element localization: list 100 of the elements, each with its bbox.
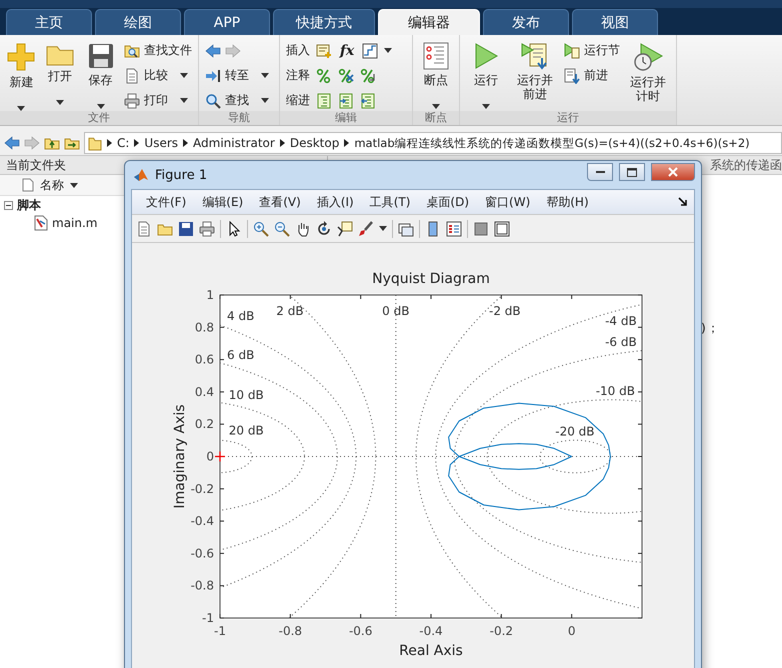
plus-icon <box>6 42 36 72</box>
column-header[interactable]: 名称 <box>40 176 64 194</box>
chart-title: Nyquist Diagram <box>372 271 490 287</box>
ribbon-button[interactable]: 比较 <box>124 66 192 85</box>
y-tick-label: 1 <box>206 288 214 302</box>
db-contour-label: -20 dB <box>555 424 595 438</box>
path-segment[interactable]: Users <box>144 136 178 150</box>
y-axis-label: Imaginary Axis <box>172 404 188 509</box>
menu-item[interactable]: 插入(I) <box>308 194 362 210</box>
script-file-icon <box>34 215 48 231</box>
db-contour-label: 6 dB <box>227 348 254 362</box>
zoom-in-icon <box>253 220 269 236</box>
search-icon <box>205 92 221 108</box>
ribbon-button[interactable]: 查找文件 <box>124 41 192 60</box>
forward-arrow-icon <box>225 42 241 58</box>
y-tick-label: 0.4 <box>194 384 214 399</box>
ribbon-tab[interactable]: APP <box>184 9 270 35</box>
minimize-icon <box>596 170 604 174</box>
menu-item[interactable]: 桌面(D) <box>418 194 478 210</box>
ribbon-button[interactable]: 新建 <box>6 40 37 111</box>
path-segment[interactable]: matlab编程连续线性系统的传递函数模型G(s)=(s+4)((s2+0.4s+6)(s+2) <box>354 136 750 150</box>
ribbon-button[interactable]: 前进 <box>564 66 620 85</box>
ribbon-tab[interactable]: 编辑器 <box>378 9 480 35</box>
x-tick-label: -0.8 <box>278 624 302 638</box>
ribbon-button[interactable]: 运行并计时 <box>626 40 670 103</box>
square-icon <box>473 220 489 236</box>
y-tick-label: 0.6 <box>194 352 214 367</box>
folder-search-icon <box>124 42 140 58</box>
file-node[interactable]: main.m <box>52 216 98 230</box>
ribbon-tab[interactable]: 主页 <box>6 9 92 35</box>
ribbon-button[interactable]: 运行并前进 <box>512 40 558 101</box>
collapse-icon[interactable] <box>4 200 13 210</box>
minimize-button[interactable] <box>587 163 613 181</box>
ribbon-button[interactable]: 打印 <box>124 91 192 110</box>
db-contour-label: 20 dB <box>228 424 264 438</box>
breadcrumb-arrow-icon <box>344 139 350 147</box>
ribbon-button[interactable]: 转至 <box>205 66 269 85</box>
new-file-icon <box>136 220 152 236</box>
sort-caret-icon <box>70 182 78 188</box>
ribbon-group-title: 文件 <box>0 111 198 125</box>
stopwatch-play-icon <box>633 42 663 72</box>
menu-item[interactable]: 帮助(H) <box>538 194 597 210</box>
ribbon-tab[interactable]: 快捷方式 <box>273 9 375 35</box>
brush-icon <box>358 220 374 236</box>
ribbon-button[interactable]: 运行节 <box>564 41 620 60</box>
function-button[interactable]: fx <box>338 42 356 58</box>
ribbon-button[interactable]: 打开 <box>42 40 78 105</box>
insert-section-icon <box>316 42 332 58</box>
function-box-icon <box>362 42 378 58</box>
address-field[interactable]: C: Users Administrator Desktop matlab编程连续线性系统的传递函数模型G(s)=(s+4)((s2+0.4s+6)(s+2) <box>84 132 782 154</box>
ribbon-tab[interactable]: 发布 <box>483 9 569 35</box>
y-tick-label: -0.8 <box>190 578 214 593</box>
menu-item[interactable]: 查看(V) <box>251 194 309 210</box>
printer-icon <box>124 92 140 108</box>
y-tick-label: 0 <box>206 450 214 464</box>
menu-item[interactable]: 文件(F) <box>138 194 194 210</box>
matlab-logo-icon <box>133 167 149 183</box>
maximize-icon <box>627 168 637 176</box>
y-tick-label: -0.4 <box>190 514 214 528</box>
path-segment[interactable]: Desktop <box>290 136 340 150</box>
file-icon <box>22 178 34 192</box>
menu-item[interactable]: 窗口(W) <box>477 194 538 210</box>
ribbon-tab[interactable]: 视图 <box>572 9 658 35</box>
menu-item[interactable]: 工具(T) <box>362 194 418 210</box>
menu-item[interactable]: 编辑(E) <box>194 194 252 210</box>
ribbon-row-label: 注释 <box>286 67 310 84</box>
arrow-to-bar-icon <box>205 68 221 84</box>
db-contour-label: -6 dB <box>605 334 637 349</box>
ribbon-button[interactable]: 断点 <box>419 40 453 109</box>
rotate-icon <box>316 220 332 236</box>
ribbon-tab[interactable]: 绘图 <box>95 9 181 35</box>
folder-icon <box>88 135 102 151</box>
maximize-button[interactable] <box>619 163 645 181</box>
db-contour-label: 10 dB <box>228 388 264 402</box>
y-tick-label: -1 <box>202 611 214 625</box>
x-tick-label: -0.4 <box>419 624 443 638</box>
forward-arrow-icon <box>24 135 40 151</box>
save-icon <box>178 220 194 236</box>
breadcrumb-arrow-icon <box>280 139 285 147</box>
db-contour-label: 0 dB <box>382 304 410 318</box>
back-arrow-icon <box>4 135 20 151</box>
x-tick-label: -0.2 <box>490 624 514 638</box>
path-segment[interactable]: Administrator <box>193 136 275 150</box>
y-tick-label: -0.2 <box>190 482 214 496</box>
close-icon <box>668 167 678 177</box>
path-segment[interactable]: C: <box>117 136 130 150</box>
ribbon-button[interactable]: 保存 <box>83 40 118 109</box>
indent-icon <box>338 92 354 108</box>
ribbon-button[interactable]: 查找 <box>205 91 269 110</box>
db-contour-label: -2 dB <box>489 304 521 318</box>
ribbon-row-label: 缩进 <box>286 92 310 109</box>
breadcrumb-arrow-icon <box>134 139 140 147</box>
y-tick-label: 0.2 <box>194 417 214 432</box>
breadcrumb-arrow-icon <box>183 139 188 147</box>
x-axis-label: Real Axis <box>399 643 463 659</box>
ribbon-button[interactable]: 运行 <box>466 40 506 109</box>
folder-node[interactable]: 脚本 <box>17 196 41 214</box>
breadcrumb-arrow-icon <box>107 139 112 147</box>
percent-cross-icon <box>338 68 354 84</box>
close-button[interactable] <box>651 163 695 181</box>
